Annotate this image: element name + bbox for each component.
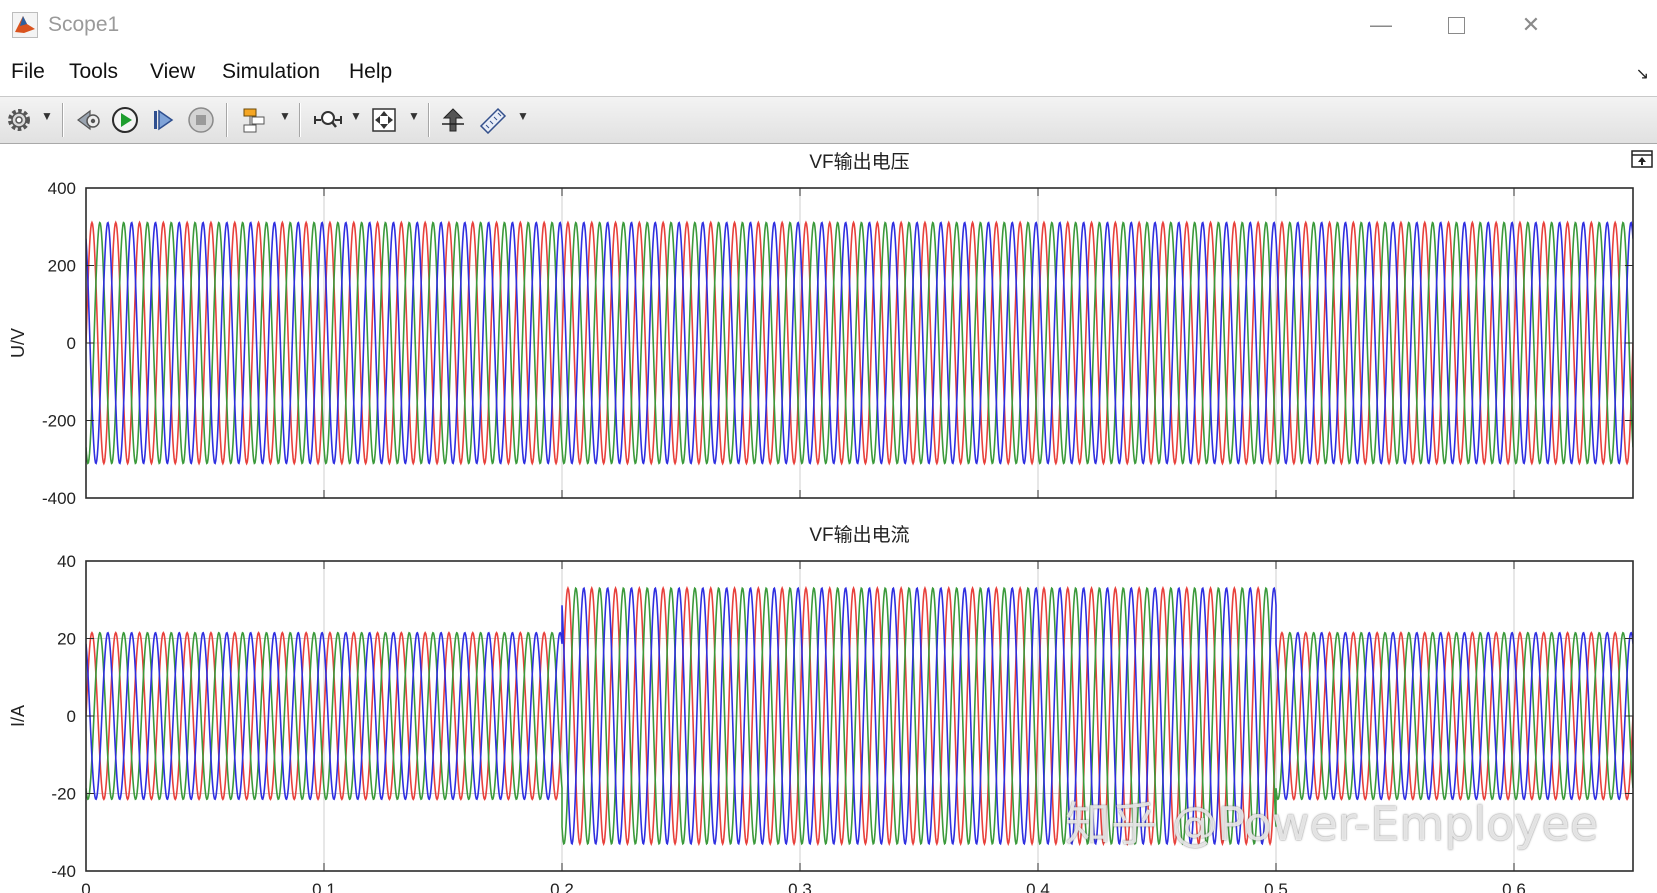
maximize-icon <box>1447 16 1465 34</box>
window-title: Scope1 <box>48 13 120 36</box>
step-forward-icon <box>154 109 174 131</box>
y-axis-label: I/A <box>8 705 28 727</box>
toolbar-separator <box>226 103 228 137</box>
menu-tools[interactable]: Tools <box>69 60 118 84</box>
configuration-dropdown-icon[interactable]: ▼ <box>41 109 53 123</box>
x-tick-label: 0.2 <box>550 880 574 893</box>
maximize-button[interactable] <box>1434 6 1478 44</box>
highlight-dropdown-icon[interactable]: ▼ <box>279 109 291 123</box>
menu-simulation[interactable]: Simulation <box>222 60 320 84</box>
menu-file[interactable]: File <box>11 60 45 84</box>
run-button[interactable] <box>109 104 141 136</box>
y-tick-label: -40 <box>51 862 76 881</box>
zoom-icon <box>314 111 342 128</box>
minimize-icon: — <box>1370 12 1392 37</box>
step-back-icon <box>77 109 100 131</box>
dock-arrow-icon[interactable]: ↘ <box>1636 64 1649 84</box>
run-icon <box>112 107 138 133</box>
menu-bar: File Tools View Simulation Help ↘ <box>0 54 1657 92</box>
zoom-dropdown-icon[interactable]: ▼ <box>350 109 362 123</box>
scope-plots: 4002000-200-400VF输出电压U/V40200-20-400 0.1 0… <box>8 151 1634 893</box>
x-tick-label: 0.3 <box>788 880 812 893</box>
highlight-button[interactable] <box>238 104 272 136</box>
y-tick-label: -200 <box>42 412 76 431</box>
toolbar-separator <box>299 103 301 137</box>
toolbar-separator <box>428 103 430 137</box>
cursor-measure-icon <box>442 108 464 132</box>
close-button[interactable]: ✕ <box>1509 6 1553 44</box>
configuration-button[interactable] <box>4 104 34 136</box>
autoscale-button[interactable] <box>368 104 400 136</box>
autoscale-dropdown-icon[interactable]: ▼ <box>408 109 420 123</box>
toolbar: ▼ ▼ ▼ ▼ ▼ <box>0 96 1657 144</box>
y-tick-label: 0 <box>67 334 76 353</box>
y-tick-label: -20 <box>51 785 76 804</box>
x-tick-label: 0.6 <box>1502 880 1526 893</box>
x-tick-label: 0.4 <box>1026 880 1050 893</box>
stop-button[interactable] <box>185 104 217 136</box>
measurements-button[interactable] <box>476 104 510 136</box>
menu-view[interactable]: View <box>150 60 195 84</box>
watermark-text: 知乎 @Power-Employee <box>1065 797 1599 851</box>
autoscale-icon <box>372 108 396 132</box>
scope-axes-1: 400 200 0 -200 -400 VF输出电压 U/V <box>8 151 1634 508</box>
menu-help[interactable]: Help <box>349 60 392 84</box>
measurements-dropdown-icon[interactable]: ▼ <box>517 109 529 123</box>
stop-icon <box>188 107 214 133</box>
title-bar: Scope1 — ✕ <box>0 0 1657 50</box>
y-tick-label: 20 <box>57 630 76 649</box>
cursor-measurements-button[interactable] <box>438 104 468 136</box>
gear-icon <box>8 109 30 131</box>
y-tick-label: 200 <box>48 257 76 276</box>
close-icon: ✕ <box>1521 12 1541 37</box>
matlab-logo-icon <box>12 12 38 38</box>
measure-ruler-icon <box>479 107 507 134</box>
x-tick-label: 0.5 <box>1264 880 1288 893</box>
plot-title: VF输出电流 <box>809 524 909 546</box>
toolbar-separator <box>62 103 64 137</box>
y-tick-label: 0 <box>67 707 76 726</box>
highlight-icon <box>243 108 265 133</box>
y-tick-label: 40 <box>57 552 76 571</box>
y-tick-label: 400 <box>48 179 76 198</box>
zoom-button[interactable] <box>310 104 346 136</box>
minimize-button[interactable]: — <box>1359 6 1403 44</box>
step-forward-button[interactable] <box>147 104 179 136</box>
step-back-button[interactable] <box>72 104 104 136</box>
x-tick-label: 0.1 <box>312 880 336 893</box>
x-tick-label: 0 <box>81 880 90 893</box>
y-tick-label: -400 <box>42 489 76 508</box>
y-axis-label: U/V <box>8 328 28 358</box>
plot-title: VF输出电压 <box>809 151 909 173</box>
